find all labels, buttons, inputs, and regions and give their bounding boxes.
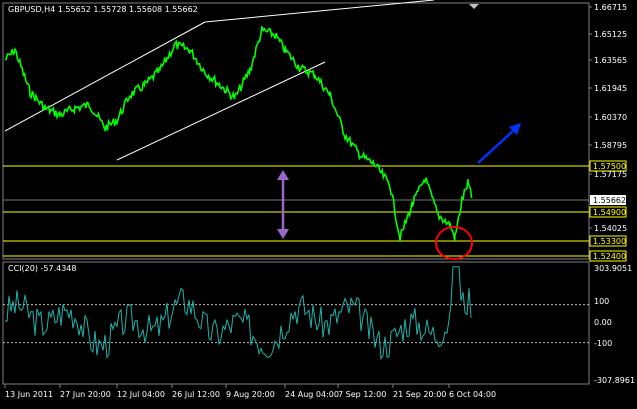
cci-tick-label: 303.9051 bbox=[594, 264, 632, 273]
price-tick-label: 1.65125 bbox=[594, 30, 627, 39]
price-tick-label: 1.66715 bbox=[594, 3, 627, 12]
current-price-label: 1.55662 bbox=[593, 196, 626, 205]
time-tick-label: 12 Jul 04:00 bbox=[117, 390, 165, 399]
trend-arrow[interactable] bbox=[477, 123, 521, 164]
time-axis: 13 Jun 2011 27 Jun 20:00 12 Jul 04:00 26 Ju… bbox=[4, 384, 496, 399]
time-tick-label: 24 Aug 04:00 bbox=[285, 390, 339, 399]
level-label: 1.52400 bbox=[593, 252, 626, 261]
cci-title: CCI(20) -57.4348 bbox=[8, 264, 76, 273]
time-tick-label: 6 Oct 04:00 bbox=[449, 390, 496, 399]
time-tick-label: 13 Jun 2011 bbox=[5, 390, 53, 399]
range-double-arrow[interactable] bbox=[277, 170, 289, 239]
cci-tick-label: -307.8961 bbox=[594, 376, 635, 385]
time-tick-label: 7 Sep 12:00 bbox=[338, 390, 386, 399]
price-tick-label: 1.54025 bbox=[594, 224, 627, 233]
time-tick-label: 26 Jul 12:00 bbox=[172, 390, 220, 399]
cci-tick-label: 100 bbox=[594, 297, 609, 306]
cci-panel-frame bbox=[2, 261, 590, 385]
price-tick-label: 1.58795 bbox=[594, 141, 627, 150]
cci-tick-label: 0.00 bbox=[594, 318, 612, 327]
channel-upper-line[interactable] bbox=[4, 21, 206, 132]
chart-canvas[interactable]: 1.575001.549001.533001.524001.55662 GBPU… bbox=[0, 0, 637, 409]
price-tick-label: 1.57175 bbox=[594, 170, 627, 179]
time-tick-label: 27 Jun 20:00 bbox=[60, 390, 111, 399]
time-tick-label: 9 Aug 20:00 bbox=[226, 390, 275, 399]
cci-axis: 303.9051 100 0.00 -100 -307.8961 bbox=[594, 264, 635, 385]
level-label: 1.53300 bbox=[593, 237, 626, 246]
chart-shift-marker[interactable] bbox=[469, 4, 479, 9]
price-tick-label: 1.63565 bbox=[594, 56, 627, 65]
level-label: 1.54900 bbox=[593, 208, 626, 217]
price-candles-series bbox=[4, 26, 473, 242]
cci-levels bbox=[3, 304, 589, 344]
price-panel-frame bbox=[2, 2, 590, 260]
trading-chart-window: 1.57500 1.54900 1.53300 1.52400 1.55662 GBPU… bbox=[0, 0, 637, 409]
price-tick-label: 1.61945 bbox=[594, 84, 627, 93]
time-tick-label: 21 Sep 20:00 bbox=[393, 390, 446, 399]
symbol-info-text: GBPUSD,H4 1.55652 1.55728 1.55608 1.5566… bbox=[8, 5, 198, 14]
low-marker-circle[interactable] bbox=[435, 226, 473, 260]
horizontal-levels: 1.575001.549001.533001.524001.55662 bbox=[3, 160, 627, 262]
cci-series bbox=[4, 266, 472, 361]
cci-tick-label: -100 bbox=[594, 339, 612, 348]
price-tick-label: 1.60370 bbox=[594, 113, 627, 122]
